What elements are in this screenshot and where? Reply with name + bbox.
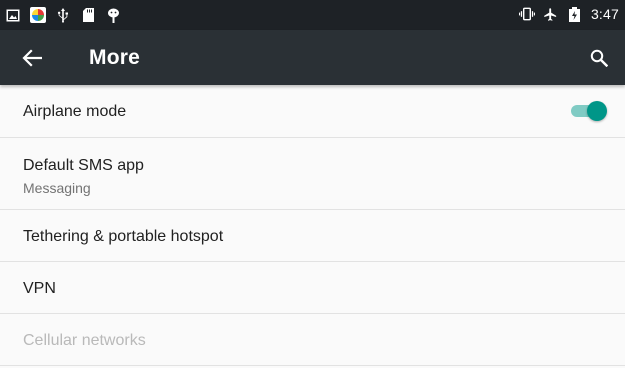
- search-icon: [590, 49, 608, 67]
- setting-summary: Messaging: [23, 180, 91, 196]
- setting-cellular-networks: Cellular networks: [0, 314, 625, 366]
- settings-list: Airplane mode Default SMS app Messaging …: [0, 85, 625, 366]
- photos-app-icon: [30, 7, 46, 23]
- setting-vpn[interactable]: VPN: [0, 262, 625, 314]
- back-button[interactable]: [18, 44, 46, 72]
- notification-icons: [5, 7, 121, 23]
- battery-icon: [567, 6, 583, 22]
- setting-tethering-hotspot[interactable]: Tethering & portable hotspot: [0, 210, 625, 262]
- arrow-back-icon: [22, 49, 42, 67]
- sd-card-icon: [80, 7, 96, 23]
- airplane-icon: [543, 6, 559, 22]
- image-notification-icon: [5, 7, 21, 23]
- airplane-mode-switch[interactable]: [569, 101, 607, 121]
- system-status-icons: 3:47: [518, 6, 619, 22]
- search-button[interactable]: [585, 44, 613, 72]
- setting-default-sms-app[interactable]: Default SMS app Messaging: [0, 138, 625, 210]
- setting-title: VPN: [23, 280, 56, 297]
- setting-title: Airplane mode: [23, 103, 127, 120]
- page-title: More: [89, 46, 140, 69]
- vibrate-icon: [518, 6, 535, 22]
- usb-icon: [55, 7, 71, 23]
- setting-airplane-mode[interactable]: Airplane mode: [0, 85, 625, 138]
- setting-title: Cellular networks: [23, 332, 146, 349]
- setting-title: Default SMS app: [23, 157, 144, 174]
- clock: 3:47: [590, 6, 619, 22]
- android-debug-icon: [105, 7, 121, 23]
- action-bar: More: [0, 30, 625, 85]
- setting-title: Tethering & portable hotspot: [23, 228, 224, 245]
- status-bar: 3:47: [0, 0, 625, 30]
- switch-thumb: [587, 101, 607, 121]
